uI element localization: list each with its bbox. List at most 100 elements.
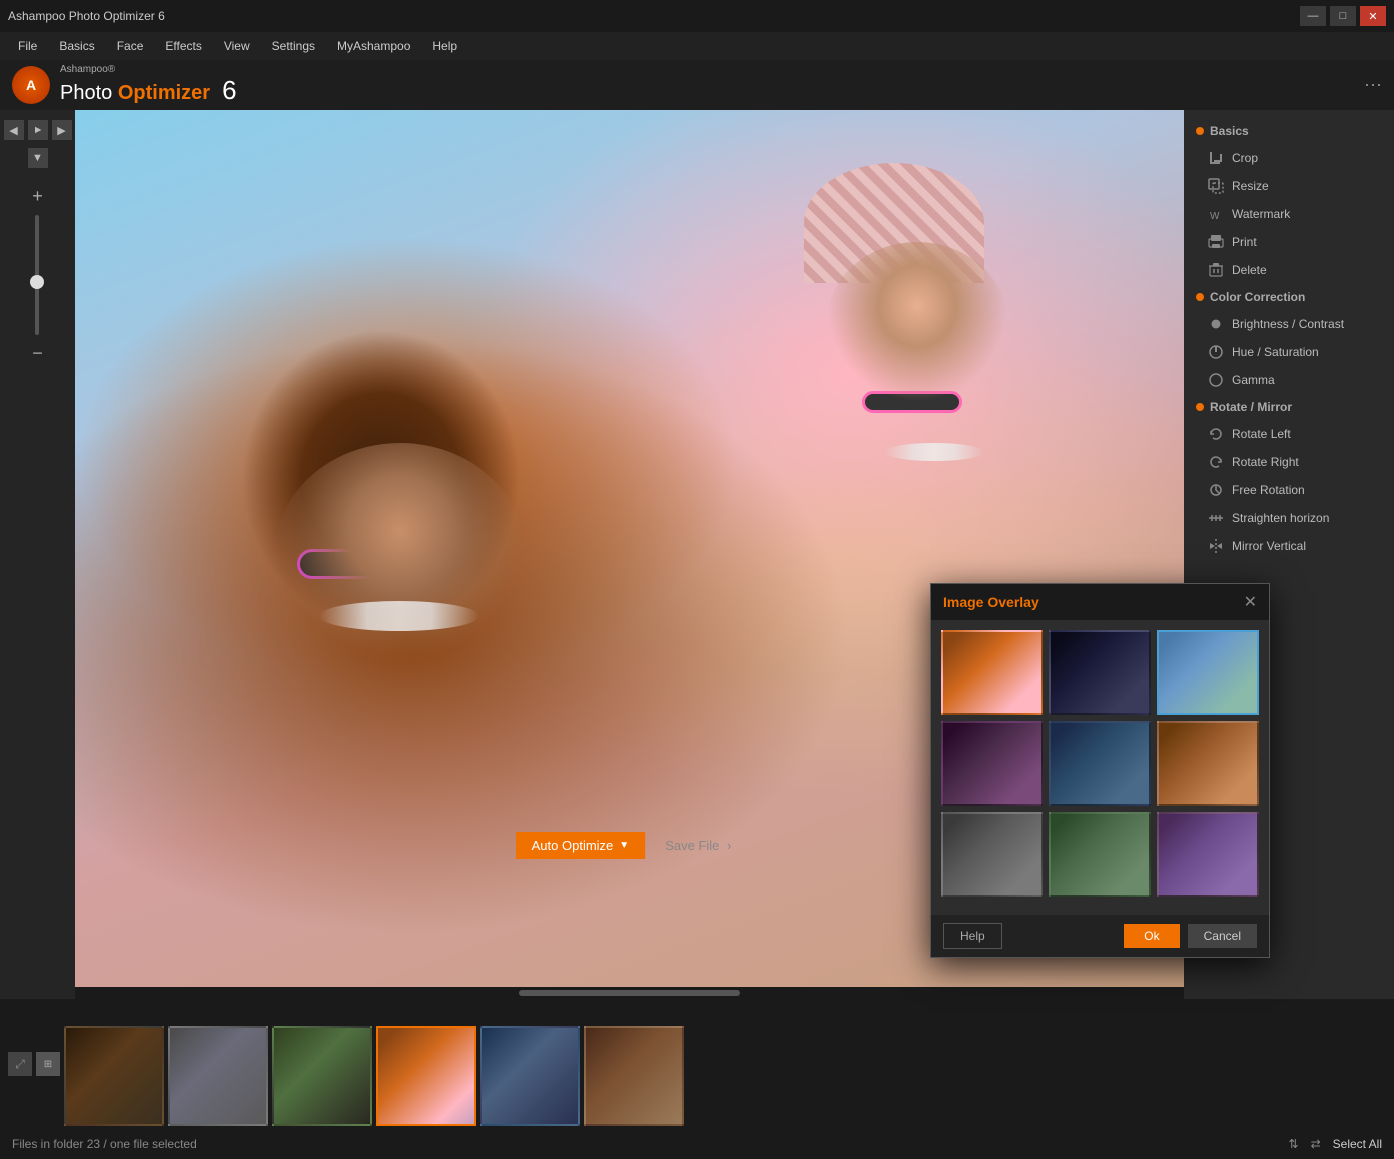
thumbnail-view-button[interactable]: ⊞ xyxy=(36,1052,60,1076)
swap-icon[interactable]: ⇄ xyxy=(1311,1137,1321,1151)
filmstrip-bar: ⤢ ⊞ xyxy=(0,999,1394,1129)
child-teeth-shape xyxy=(884,443,984,461)
mother-teeth-shape xyxy=(319,601,479,631)
zoom-minus-icon[interactable]: − xyxy=(32,343,43,364)
auto-optimize-label: Auto Optimize xyxy=(532,838,614,853)
filmstrip-thumb-3[interactable] xyxy=(272,1026,372,1126)
print-icon xyxy=(1208,234,1224,250)
menu-view[interactable]: View xyxy=(214,35,260,57)
dialog-actions: Ok Cancel xyxy=(1124,924,1257,948)
overlay-thumb-4[interactable] xyxy=(941,721,1043,806)
logo-icon: A xyxy=(12,66,50,104)
select-all-button[interactable]: Select All xyxy=(1333,1137,1382,1151)
crop-icon xyxy=(1208,150,1224,166)
logo-version: 6 xyxy=(222,75,236,106)
panel-item-mirror-vertical[interactable]: Mirror Vertical xyxy=(1184,532,1394,560)
overlay-thumb-9[interactable] xyxy=(1157,812,1259,897)
sort-icon[interactable]: ⇅ xyxy=(1289,1137,1299,1151)
ok-button[interactable]: Ok xyxy=(1124,924,1179,948)
filmstrip-thumb-1[interactable] xyxy=(64,1026,164,1126)
free-rotation-icon xyxy=(1208,482,1224,498)
child-face-shape xyxy=(827,242,1007,402)
section-basics-header: Basics xyxy=(1184,118,1394,144)
overlay-thumb-6[interactable] xyxy=(1157,721,1259,806)
image-scroll-bar xyxy=(75,987,1184,999)
overlay-thumb-1[interactable] xyxy=(941,630,1043,715)
minimize-button[interactable]: — xyxy=(1300,6,1326,26)
overlay-thumb-5[interactable] xyxy=(1049,721,1151,806)
panel-item-free-rotation[interactable]: Free Rotation xyxy=(1184,476,1394,504)
panel-item-hue[interactable]: Hue / Saturation xyxy=(1184,338,1394,366)
menu-effects[interactable]: Effects xyxy=(155,35,211,57)
panel-item-rotate-right[interactable]: Rotate Right xyxy=(1184,448,1394,476)
help-button[interactable]: Help xyxy=(943,923,1002,949)
dialog-content xyxy=(931,620,1269,915)
status-bar: Files in folder 23 / one file selected ⇅… xyxy=(0,1129,1394,1159)
svg-text:W: W xyxy=(1210,211,1220,222)
menu-face[interactable]: Face xyxy=(107,35,154,57)
brightness-icon xyxy=(1208,316,1224,332)
dialog-footer: Help Ok Cancel xyxy=(931,915,1269,957)
section-color-correction-header: Color Correction xyxy=(1184,284,1394,310)
left-panel: ◀ ▲ ▶ ▼ + − xyxy=(0,110,75,999)
auto-optimize-dropdown-icon[interactable]: ▼ xyxy=(619,840,629,851)
panel-item-brightness[interactable]: Brightness / Contrast xyxy=(1184,310,1394,338)
menu-basics[interactable]: Basics xyxy=(49,35,104,57)
filmstrip-thumb-5[interactable] xyxy=(480,1026,580,1126)
nav-left-button[interactable]: ◀ xyxy=(4,120,24,140)
nav-up-button[interactable]: ▲ xyxy=(28,120,48,140)
filmstrip-thumb-6[interactable] xyxy=(584,1026,684,1126)
menubar: File Basics Face Effects View Settings M… xyxy=(0,32,1394,60)
zoom-control: + − xyxy=(32,186,43,364)
watermark-icon: W xyxy=(1208,206,1224,222)
save-file-label: Save File xyxy=(665,838,719,853)
panel-item-watermark[interactable]: W Watermark xyxy=(1184,200,1394,228)
menu-myashampoo[interactable]: MyAshampoo xyxy=(327,35,420,57)
panel-item-straighten[interactable]: Straighten horizon xyxy=(1184,504,1394,532)
panel-item-delete[interactable]: Delete xyxy=(1184,256,1394,284)
logo-text: Ashampoo® Photo Optimizer 6 xyxy=(60,64,237,106)
menu-settings[interactable]: Settings xyxy=(262,35,325,57)
app-title: Ashampoo Photo Optimizer 6 xyxy=(8,9,165,23)
overlay-thumb-7[interactable] xyxy=(941,812,1043,897)
menu-help[interactable]: Help xyxy=(422,35,467,57)
maximize-button[interactable]: □ xyxy=(1330,6,1356,26)
image-scroll-thumb[interactable] xyxy=(519,990,741,996)
auto-optimize-button[interactable]: Auto Optimize ▼ xyxy=(516,832,646,859)
gamma-icon xyxy=(1208,372,1224,388)
overlay-thumb-2[interactable] xyxy=(1049,630,1151,715)
nav-right-button[interactable]: ▶ xyxy=(52,120,72,140)
dialog-title: Image Overlay xyxy=(943,594,1039,610)
save-file-next-icon: › xyxy=(727,838,731,853)
zoom-slider-thumb[interactable] xyxy=(30,275,44,289)
close-button[interactable]: ✕ xyxy=(1360,6,1386,26)
dialog-close-button[interactable]: ✕ xyxy=(1244,592,1257,612)
overlay-thumb-8[interactable] xyxy=(1049,812,1151,897)
logo-name: Photo Optimizer xyxy=(60,82,210,105)
menu-file[interactable]: File xyxy=(8,35,47,57)
zoom-slider-track[interactable] xyxy=(35,215,39,335)
logo-area: A Ashampoo® Photo Optimizer 6 xyxy=(12,64,237,106)
panel-item-print[interactable]: Print xyxy=(1184,228,1394,256)
rotate-left-icon xyxy=(1208,426,1224,442)
overlay-thumb-3[interactable] xyxy=(1157,630,1259,715)
zoom-plus-icon[interactable]: + xyxy=(32,186,43,207)
nav-down-button[interactable]: ▼ xyxy=(28,148,48,168)
panel-item-resize[interactable]: Resize xyxy=(1184,172,1394,200)
panel-item-crop[interactable]: Crop xyxy=(1184,144,1394,172)
panel-item-gamma[interactable]: Gamma xyxy=(1184,366,1394,394)
straighten-icon xyxy=(1208,510,1224,526)
panel-item-rotate-left[interactable]: Rotate Left xyxy=(1184,420,1394,448)
logo-brand: Ashampoo® xyxy=(60,64,237,75)
hue-icon xyxy=(1208,344,1224,360)
nav-arrows: ◀ ▲ ▶ xyxy=(4,120,72,140)
dialog-titlebar: Image Overlay ✕ xyxy=(931,584,1269,620)
header: A Ashampoo® Photo Optimizer 6 ⋯ xyxy=(0,60,1394,110)
filmstrip-thumb-2[interactable] xyxy=(168,1026,268,1126)
save-file-button[interactable]: Save File › xyxy=(653,832,743,859)
expand-button[interactable]: ⤢ xyxy=(8,1052,32,1076)
rotate-right-icon xyxy=(1208,454,1224,470)
share-icon[interactable]: ⋯ xyxy=(1364,75,1382,96)
filmstrip-thumb-4[interactable] xyxy=(376,1026,476,1126)
cancel-button[interactable]: Cancel xyxy=(1188,924,1257,948)
